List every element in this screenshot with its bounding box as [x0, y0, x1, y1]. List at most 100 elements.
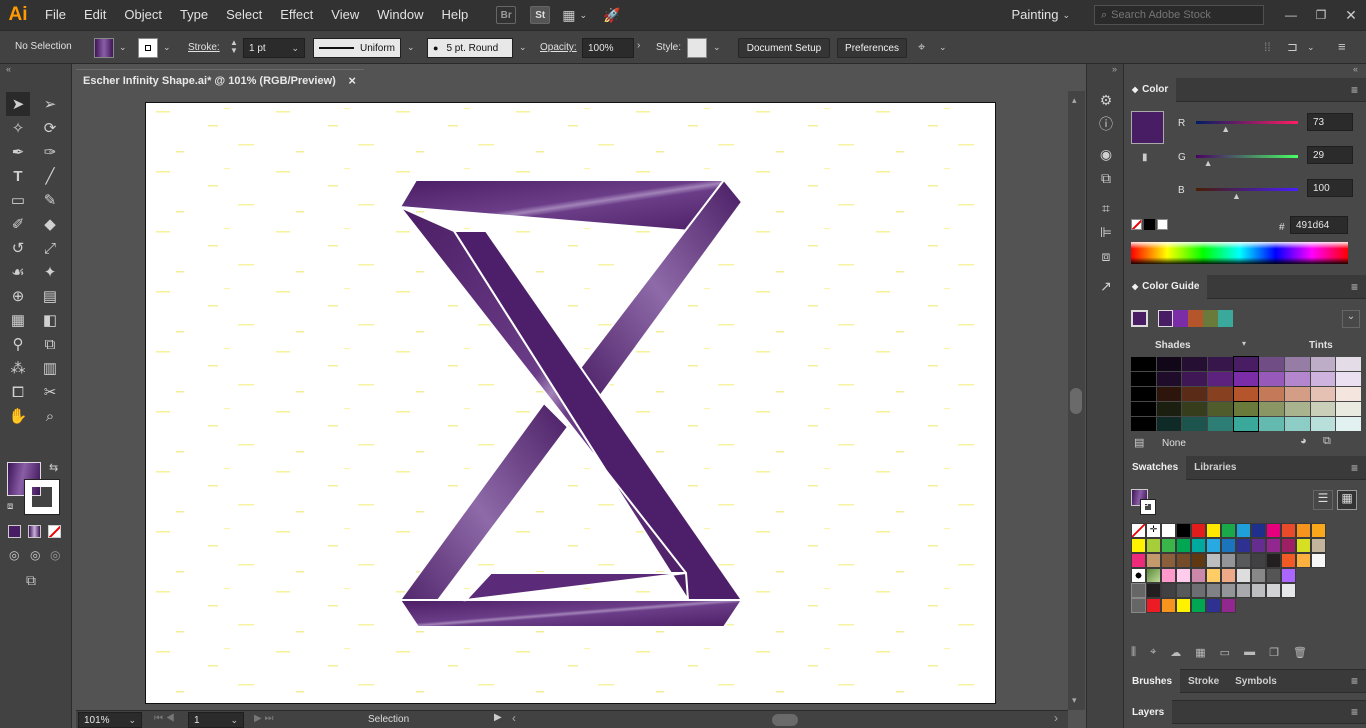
panel-menu-icon[interactable]: ≡: [1351, 280, 1358, 294]
perspective-grid-tool-icon[interactable]: ▤: [38, 284, 62, 308]
g-slider-thumb[interactable]: ▲: [1204, 158, 1213, 168]
close-window-button[interactable]: ✕: [1336, 7, 1366, 24]
hand-tool-icon[interactable]: ✋: [6, 404, 30, 428]
stroke-stepper-icon[interactable]: ▲ ▼: [230, 39, 238, 55]
guide-color-cell[interactable]: [1232, 416, 1260, 432]
b-slider-thumb[interactable]: ▲: [1232, 191, 1241, 201]
line-tool-icon[interactable]: ╱: [38, 164, 62, 188]
hex-value-field[interactable]: 491d64: [1290, 216, 1348, 234]
chevron-down-icon[interactable]: ⌄: [291, 43, 299, 54]
guide-color-cell[interactable]: [1336, 372, 1362, 386]
guide-color-cell[interactable]: [1182, 372, 1208, 386]
swatch[interactable]: [1146, 598, 1161, 613]
harmony-colors[interactable]: [1158, 310, 1233, 327]
swatch[interactable]: [1221, 553, 1236, 568]
libraries-tab[interactable]: Libraries: [1186, 456, 1244, 480]
stroke-swatch[interactable]: [138, 38, 158, 58]
zoom-tool-icon[interactable]: ⌕: [38, 404, 62, 428]
chevron-right-icon[interactable]: ›: [637, 40, 640, 51]
guide-color-cell[interactable]: [1156, 372, 1182, 386]
swatch[interactable]: [1131, 583, 1146, 598]
guide-color-cell[interactable]: [1310, 402, 1336, 416]
layers-tab[interactable]: Layers: [1124, 700, 1173, 724]
expand-panel-icon[interactable]: »: [1087, 64, 1125, 76]
swap-colors-icon[interactable]: ⇆: [49, 461, 58, 474]
swatch[interactable]: [1161, 583, 1176, 598]
guide-color-cell[interactable]: [1208, 387, 1233, 401]
blend-tool-icon[interactable]: ⧉: [38, 332, 62, 356]
opacity-field[interactable]: 100%: [582, 38, 634, 58]
menu-view[interactable]: View: [322, 0, 368, 30]
guide-color-cell[interactable]: [1182, 402, 1208, 416]
swatch[interactable]: [1251, 568, 1266, 583]
gpu-performance-icon[interactable]: 🚀: [603, 7, 620, 24]
swatch[interactable]: [1191, 598, 1206, 613]
chevron-down-icon[interactable]: ⌄: [407, 42, 415, 53]
color-fill-preview[interactable]: [1131, 111, 1164, 144]
cloud-icon[interactable]: ☁: [1170, 646, 1181, 659]
warp-tool-icon[interactable]: ☙: [6, 260, 30, 284]
guide-color-cell[interactable]: [1285, 402, 1310, 416]
appearance-icon[interactable]: ◉: [1087, 142, 1125, 166]
paintbrush-tool-icon[interactable]: ✎: [38, 188, 62, 212]
panel-menu-icon[interactable]: ≡: [1338, 39, 1346, 54]
none-color-button[interactable]: [1131, 219, 1142, 230]
horizontal-scroll-thumb[interactable]: [772, 714, 798, 726]
preferences-button[interactable]: Preferences: [837, 38, 907, 58]
mesh-tool-icon[interactable]: ▦: [6, 308, 30, 332]
swatch[interactable]: [1281, 583, 1296, 598]
panel-menu-icon[interactable]: ≡: [1351, 83, 1358, 97]
swatch-stroke-indicator[interactable]: [1140, 499, 1156, 515]
swatch[interactable]: [1191, 583, 1206, 598]
artboard[interactable]: [145, 102, 996, 704]
color-guide-grid[interactable]: [1131, 356, 1362, 432]
search-input[interactable]: [1111, 9, 1252, 21]
swatch[interactable]: [1311, 553, 1326, 568]
swatch[interactable]: ✛: [1146, 523, 1161, 538]
swatch[interactable]: [1161, 568, 1176, 583]
graphic-styles-icon[interactable]: ⧉: [1087, 166, 1125, 190]
swatch[interactable]: [1131, 598, 1146, 613]
swatch[interactable]: [1221, 598, 1236, 613]
swatch[interactable]: [1296, 523, 1311, 538]
guide-color-cell[interactable]: [1336, 402, 1362, 416]
artwork-escher-infinity-shape[interactable]: [146, 103, 995, 703]
base-color-swatch[interactable]: [1131, 310, 1148, 327]
swatch[interactable]: [1206, 568, 1221, 583]
swatch[interactable]: [1236, 553, 1251, 568]
chevron-down-icon[interactable]: ⌄: [519, 42, 527, 53]
transform-panel-icon[interactable]: ⌗: [1087, 196, 1125, 220]
bridge-button[interactable]: Br: [496, 6, 517, 24]
screen-mode-icon[interactable]: ⧉: [26, 572, 36, 589]
swatch[interactable]: [1191, 568, 1206, 583]
draw-normal-icon[interactable]: ◎: [9, 548, 19, 562]
align-panel-icon[interactable]: ⊫: [1087, 220, 1125, 244]
first-artboard-icon[interactable]: ⏮ ◀: [154, 713, 175, 724]
chevron-down-icon[interactable]: ⌄: [939, 42, 947, 53]
swatch[interactable]: [1266, 568, 1281, 583]
swatch-library-icon[interactable]: ▤: [1134, 436, 1144, 449]
last-artboard-icon[interactable]: ▶ ⏭: [254, 713, 273, 724]
pathfinder-icon[interactable]: ⧈: [1087, 244, 1125, 268]
swatch-options-icon[interactable]: ▦: [1195, 646, 1205, 659]
gradient-mode-button[interactable]: [28, 525, 41, 538]
artboard-number-field[interactable]: 1 ⌄: [188, 712, 244, 728]
guide-color-cell[interactable]: [1310, 357, 1336, 371]
guide-color-cell[interactable]: [1156, 357, 1182, 371]
guide-color-cell[interactable]: [1336, 387, 1362, 401]
guide-color-cell[interactable]: [1259, 357, 1285, 371]
symbols-tab[interactable]: Symbols: [1227, 669, 1285, 693]
opacity-label[interactable]: Opacity:: [540, 42, 577, 53]
chevron-down-icon[interactable]: ⌄: [163, 42, 171, 53]
guide-color-cell[interactable]: [1285, 387, 1310, 401]
guide-color-cell[interactable]: [1156, 417, 1182, 431]
swatch[interactable]: [1191, 523, 1206, 538]
guide-color-cell[interactable]: [1259, 402, 1285, 416]
guide-color-cell[interactable]: [1208, 417, 1233, 431]
swatch[interactable]: [1146, 538, 1161, 553]
r-slider-thumb[interactable]: ▲: [1221, 124, 1230, 134]
export-icon[interactable]: ↗: [1087, 274, 1125, 298]
swatch[interactable]: [1281, 538, 1296, 553]
swatch[interactable]: [1236, 523, 1251, 538]
guide-color-cell[interactable]: [1131, 417, 1156, 431]
